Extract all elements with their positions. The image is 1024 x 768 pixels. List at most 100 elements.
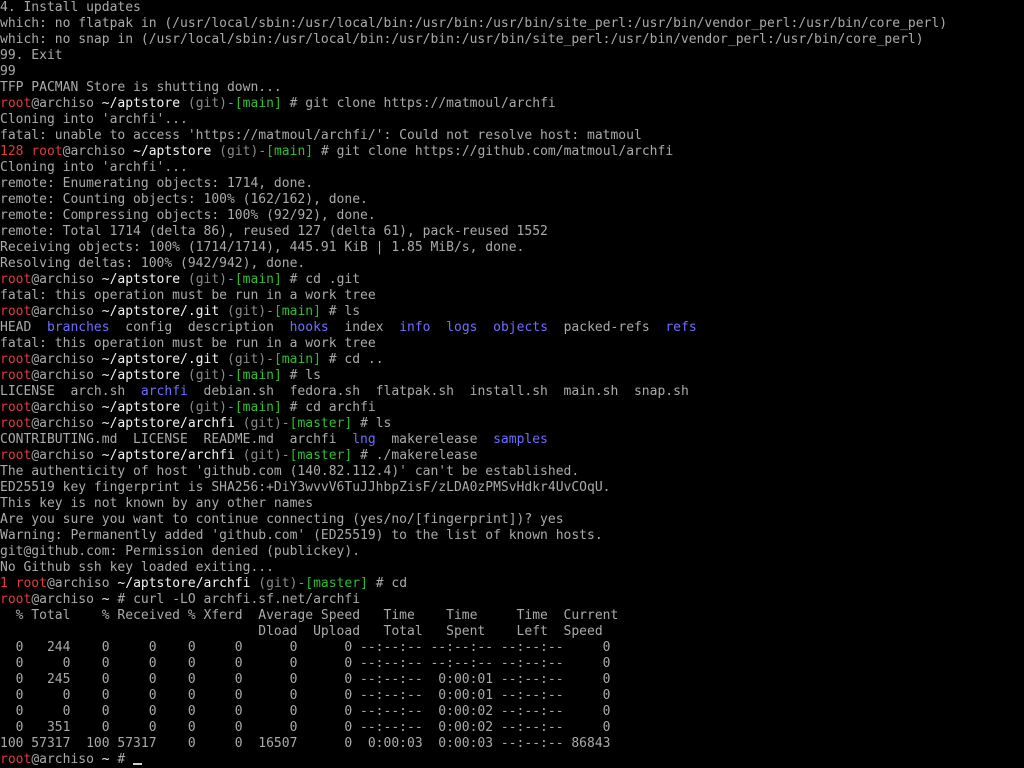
terminal-text-segment: # ./makerelease [352,448,478,463]
terminal-text-segment: 0 245 0 0 0 0 0 0 --:--:-- 0:00:01 --:--… [0,672,611,687]
terminal-text-segment: TFP PACMAN Store is shutting down... [0,80,282,95]
terminal-line: 1 root@archiso ~/aptstore/archfi (git)-[… [0,576,1024,592]
terminal-text-segment: ED25519 key fingerprint is SHA256:+DiY3w… [0,480,611,495]
terminal-text-segment: @archiso [31,304,102,319]
terminal-line: 4. Install updates [0,0,1024,16]
terminal-text-segment: ~/aptstore [133,144,212,159]
terminal-text-segment: logs [446,320,478,335]
terminal-line: 0 351 0 0 0 0 0 0 --:--:-- 0:00:02 --:--… [0,720,1024,736]
terminal-line: LICENSE arch.sh archfi debian.sh fedora.… [0,384,1024,400]
terminal-text-segment: # cd .. [320,352,384,367]
terminal-text-segment: 99 [0,64,16,79]
terminal-text-segment: % Total % Received % Xferd Average Speed… [0,608,619,623]
terminal-text-segment: @archiso [31,352,102,367]
terminal-text-segment: ~/aptstore/.git [101,304,220,319]
terminal-text-segment: objects [493,320,548,335]
terminal-line: % Total % Received % Xferd Average Speed… [0,608,1024,624]
terminal-line: root@archiso ~/aptstore (git)-[main] # c… [0,272,1024,288]
terminal-line: 0 0 0 0 0 0 0 0 --:--:-- 0:00:02 --:--:-… [0,704,1024,720]
terminal-line: 0 245 0 0 0 0 0 0 --:--:-- 0:00:01 --:--… [0,672,1024,688]
terminal-line: Warning: Permanently added 'github.com' … [0,528,1024,544]
terminal-line: ED25519 key fingerprint is SHA256:+DiY3w… [0,480,1024,496]
terminal-text-segment: [master] [289,448,353,463]
terminal-line: TFP PACMAN Store is shutting down... [0,80,1024,96]
terminal-text-segment: root [0,272,32,287]
terminal-text-segment: root [31,144,63,159]
terminal-text-segment: [main] [266,144,314,159]
terminal-line: This key is not known by any other names [0,496,1024,512]
terminal-text-segment: (git)- [180,272,235,287]
terminal-text-segment: ~/aptstore [101,368,181,383]
terminal-text-segment: [main] [273,352,321,367]
terminal-line: 99. Exit [0,48,1024,64]
terminal-text-segment: branches [46,320,110,335]
terminal-text-segment: 99. Exit [0,48,63,63]
terminal-text-segment: remote: Counting objects: 100% (162/162)… [0,192,368,207]
terminal-text-segment: [main] [234,368,282,383]
terminal-text-segment: [main] [234,272,282,287]
terminal-text-segment: which: no flatpak in (/usr/local/sbin:/u… [0,16,948,31]
terminal-text-segment: root [0,752,32,767]
terminal-text-segment: # curl -LO archfi.sf.net/archfi [109,592,361,607]
terminal-text-segment: CONTRIBUTING.md LICENSE README.md archfi [0,432,353,447]
text-cursor[interactable] [133,763,143,765]
terminal-text-segment: This key is not known by any other names [0,496,314,511]
terminal-line: 0 0 0 0 0 0 0 0 --:--:-- --:--:-- --:--:… [0,656,1024,672]
terminal-text-segment: [main] [273,304,321,319]
terminal-line: HEAD branches config description hooks i… [0,320,1024,336]
terminal-text-segment: 0 0 0 0 0 0 0 0 --:--:-- --:--:-- --:--:… [0,656,611,671]
terminal-text-segment: root [0,368,32,383]
terminal-line: Receiving objects: 100% (1714/1714), 445… [0,240,1024,256]
terminal-text-segment: makerelease [391,432,478,447]
terminal-line: 128 root@archiso ~/aptstore (git)-[main]… [0,144,1024,160]
terminal-line: 0 244 0 0 0 0 0 0 --:--:-- --:--:-- --:-… [0,640,1024,656]
terminal-text-segment: Dload Upload Total Spent Left Speed [0,624,603,639]
terminal-text-segment: @archiso [46,576,118,591]
terminal-line: Cloning into 'archfi'... [0,112,1024,128]
terminal-line: remote: Counting objects: 100% (162/162)… [0,192,1024,208]
terminal-text-segment: @archiso [31,400,102,415]
terminal-line: 0 0 0 0 0 0 0 0 --:--:-- 0:00:01 --:--:-… [0,688,1024,704]
terminal-text-segment: ~ [101,752,110,767]
terminal-text-segment: @archiso [31,96,102,111]
terminal-text-segment: Receiving objects: 100% (1714/1714), 445… [0,240,525,255]
terminal-text-segment: ~/aptstore [101,400,181,415]
terminal-text-segment: (git)- [180,96,235,111]
terminal-text-segment: root [15,576,47,591]
terminal-text-segment: Cloning into 'archfi'... [0,112,188,127]
terminal-text-segment: root [0,304,32,319]
terminal-text-segment: (git)- [250,576,306,591]
terminal-line: root@archiso ~/aptstore (git)-[main] # g… [0,96,1024,112]
terminal-text-segment: 0 0 0 0 0 0 0 0 --:--:-- 0:00:02 --:--:-… [0,704,611,719]
terminal-text-segment: root [0,592,32,607]
terminal-line: fatal: this operation must be run in a w… [0,336,1024,352]
terminal-text-segment: # ls [320,304,361,319]
terminal-text-segment: which: no snap in (/usr/local/sbin:/usr/… [0,32,924,47]
terminal-line: No Github ssh key loaded exiting... [0,560,1024,576]
terminal-text-segment: config description [109,320,290,335]
terminal-text-segment: debian.sh fedora.sh flatpak.sh install.s… [187,384,689,399]
terminal-text-segment: root [0,448,32,463]
terminal-text-segment: # ls [352,416,392,431]
terminal-text-segment: (git)- [180,400,235,415]
terminal-text-segment: ~/aptstore/archfi [101,416,235,431]
terminal-text-segment: [master] [289,416,353,431]
terminal-text-segment: 4. Install updates [0,0,141,15]
terminal-line: root@archiso ~ # [0,752,1024,768]
terminal-line: root@archiso ~/aptstore (git)-[main] # l… [0,368,1024,384]
terminal-text-segment: No Github ssh key loaded exiting... [0,560,274,575]
terminal-line: Dload Upload Total Spent Left Speed [0,624,1024,640]
terminal-window[interactable]: 4. Install updates which: no flatpak in (… [0,0,1024,768]
terminal-text-segment: @archiso [31,416,102,431]
terminal-text-segment: root [0,96,32,111]
terminal-line: 100 57317 100 57317 0 0 16507 0 0:00:03 … [0,736,1024,752]
terminal-text-segment: hooks [289,320,329,335]
terminal-text-segment: # cd .git [281,272,361,287]
terminal-text-segment: LICENSE arch.sh [0,384,141,399]
terminal-text-segment: # cd [367,576,408,591]
terminal-text-segment: # git clone https://github.com/matmoul/a… [313,144,674,159]
